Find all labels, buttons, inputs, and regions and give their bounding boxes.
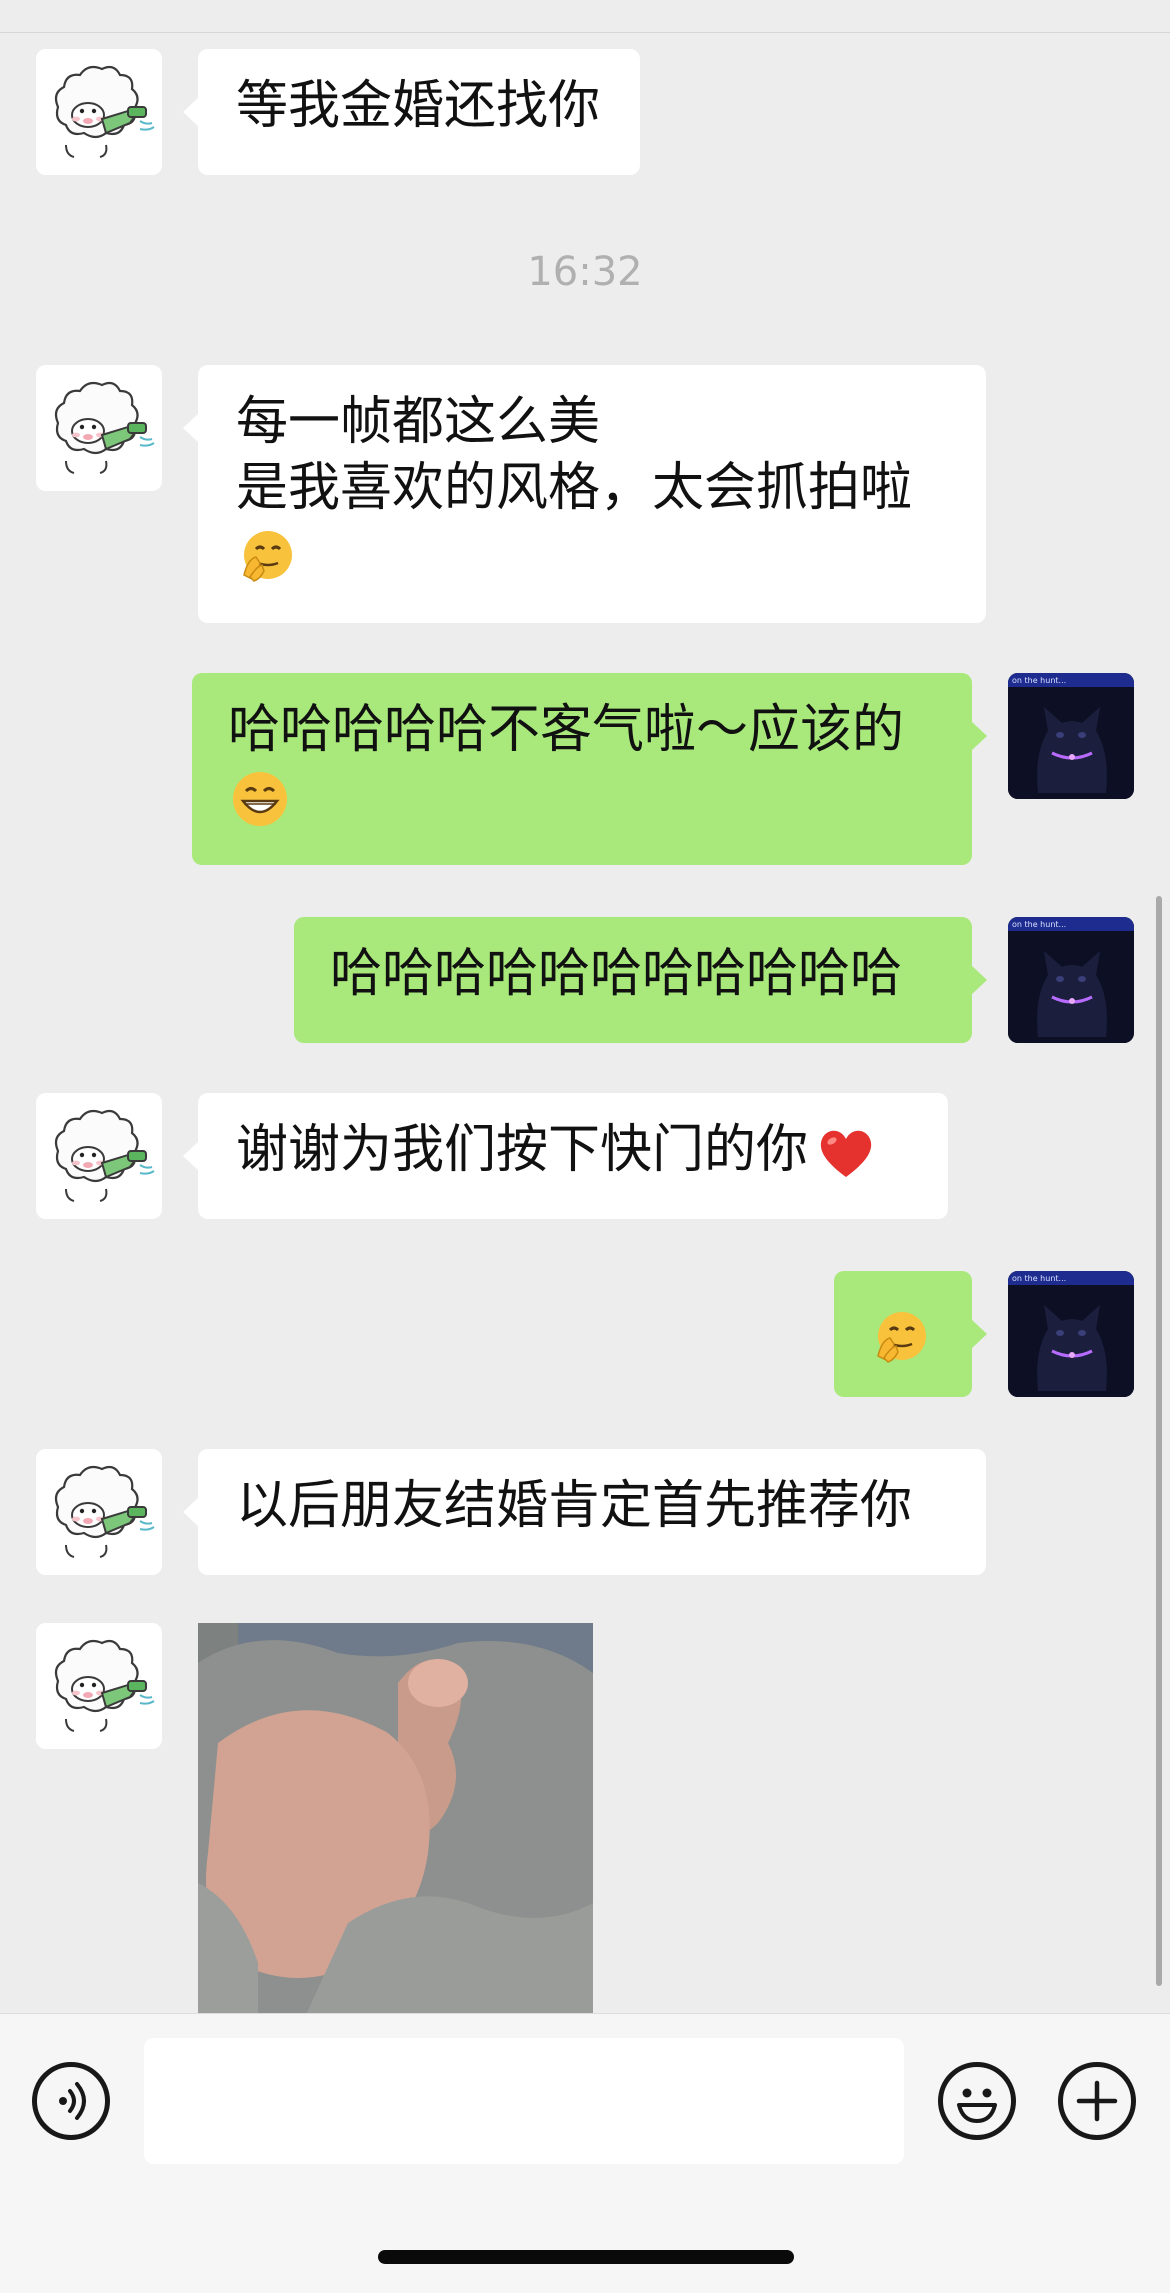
- home-indicator[interactable]: [378, 2250, 794, 2264]
- my-avatar[interactable]: [1008, 673, 1134, 799]
- red-heart-emoji-icon: [814, 1121, 878, 1185]
- chat-area[interactable]: 等我金婚还找你 16:32 每一帧都这么美 是我喜欢的风格，太会抓拍啦 哈哈哈哈…: [0, 33, 1170, 2013]
- message-input[interactable]: [144, 2038, 904, 2164]
- sheep-avatar-icon: [36, 49, 162, 175]
- emoji-button[interactable]: [938, 2062, 1016, 2140]
- message-text: 等我金婚还找你: [236, 76, 601, 136]
- thumbs-up-photo[interactable]: [198, 1623, 593, 2013]
- cat-avatar-icon: [1008, 673, 1134, 799]
- grin-emoji-icon: [228, 767, 292, 831]
- thumbs-up-image: [198, 1623, 593, 2013]
- contact-avatar[interactable]: [36, 1623, 162, 1749]
- sheep-avatar-icon: [36, 1449, 162, 1575]
- my-avatar[interactable]: [1008, 1271, 1134, 1397]
- shush-face-emoji-icon: [870, 1306, 934, 1370]
- sheep-avatar-icon: [36, 1093, 162, 1219]
- message-text: 谢谢为我们按下快门的你: [236, 1120, 809, 1180]
- cat-avatar-icon: [1008, 917, 1134, 1043]
- contact-avatar[interactable]: [36, 365, 162, 491]
- message-bubble-incoming[interactable]: 以后朋友结婚肯定首先推荐你: [183, 1449, 986, 1575]
- message-bubble-outgoing[interactable]: 哈哈哈哈哈不客气啦～应该的: [192, 673, 987, 865]
- message-bubble-outgoing[interactable]: 哈哈哈哈哈哈哈哈哈哈哈: [294, 917, 987, 1043]
- contact-avatar[interactable]: [36, 1449, 162, 1575]
- add-icon: [1076, 2080, 1118, 2122]
- add-button[interactable]: [1058, 2062, 1136, 2140]
- message-bubble-incoming[interactable]: 等我金婚还找你: [182, 49, 641, 175]
- voice-button[interactable]: [32, 2062, 110, 2140]
- message-bubble-incoming[interactable]: 谢谢为我们按下快门的你: [183, 1093, 948, 1219]
- shush-face-emoji-icon: [236, 525, 300, 589]
- cat-avatar-icon: [1008, 1271, 1134, 1397]
- message-text: 是我喜欢的风格，太会抓拍啦: [236, 458, 913, 518]
- message-text: 每一帧都这么美: [236, 392, 601, 452]
- top-edge: [0, 0, 1170, 33]
- sheep-avatar-icon: [36, 1623, 162, 1749]
- message-text: 哈哈哈哈哈哈哈哈哈哈哈: [330, 944, 903, 1004]
- message-timestamp: 16:32: [527, 249, 643, 295]
- message-text: 以后朋友结婚肯定首先推荐你: [236, 1476, 913, 1536]
- sheep-avatar-icon: [36, 365, 162, 491]
- message-text: 哈哈哈哈哈不客气啦～应该的: [228, 700, 905, 760]
- voice-icon: [59, 2082, 86, 2120]
- emoji-icon: [957, 2088, 997, 2123]
- scrollbar[interactable]: [1156, 896, 1162, 1986]
- contact-avatar[interactable]: [36, 49, 162, 175]
- contact-avatar[interactable]: [36, 1093, 162, 1219]
- message-bubble-outgoing[interactable]: [834, 1271, 987, 1397]
- message-bubble-incoming[interactable]: 每一帧都这么美 是我喜欢的风格，太会抓拍啦: [183, 365, 986, 623]
- my-avatar[interactable]: [1008, 917, 1134, 1043]
